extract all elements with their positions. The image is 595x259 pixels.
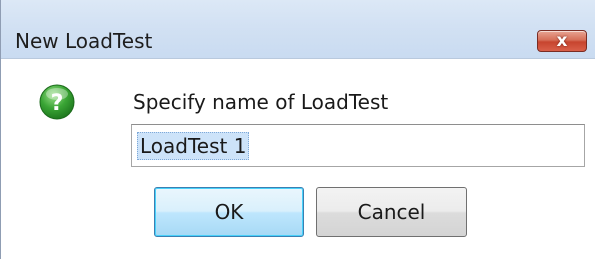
prompt-label: Specify name of LoadTest: [133, 90, 389, 114]
dialog-window: New LoadTest x ? Specify name of LoadTes…: [0, 0, 595, 259]
close-icon: x: [556, 31, 568, 51]
close-button[interactable]: x: [537, 30, 587, 52]
window-title: New LoadTest: [15, 29, 153, 53]
cancel-button[interactable]: Cancel: [316, 187, 467, 237]
input-selected-text: LoadTest 1: [137, 132, 250, 160]
question-mark-icon: ?: [39, 84, 75, 120]
ok-button[interactable]: OK: [154, 187, 304, 237]
loadtest-name-input[interactable]: LoadTest 1: [131, 124, 585, 167]
svg-text:?: ?: [51, 91, 64, 116]
title-bar[interactable]: New LoadTest x: [1, 0, 595, 59]
